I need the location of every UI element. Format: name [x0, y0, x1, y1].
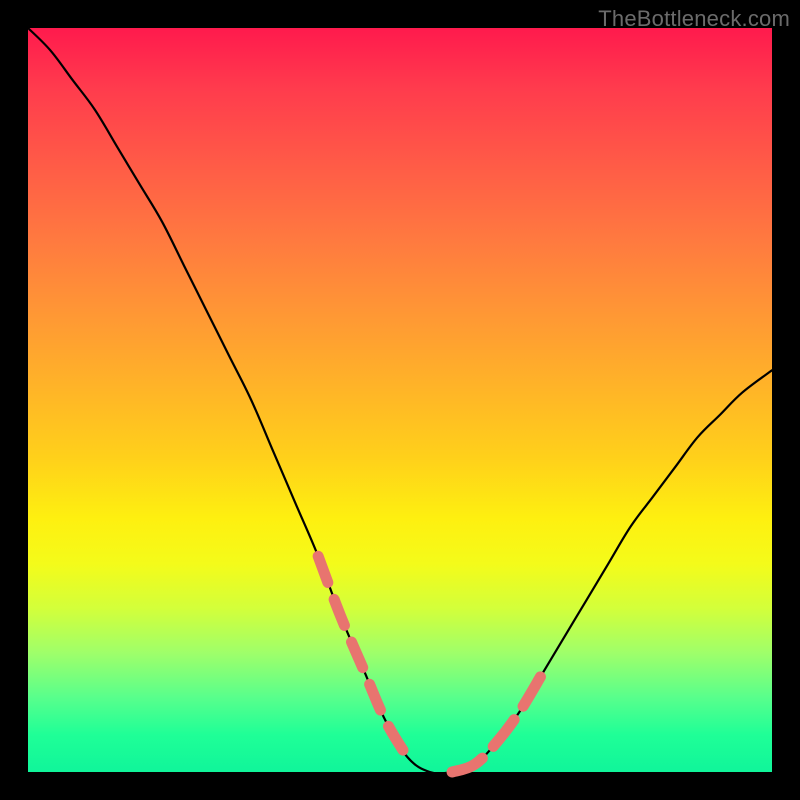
highlight-dash-right [452, 675, 541, 772]
highlight-dash-left [318, 556, 407, 757]
chart-frame: TheBottleneck.com [0, 0, 800, 800]
chart-svg [28, 28, 772, 772]
bottleneck-curve [28, 28, 772, 774]
watermark-text: TheBottleneck.com [598, 6, 790, 32]
